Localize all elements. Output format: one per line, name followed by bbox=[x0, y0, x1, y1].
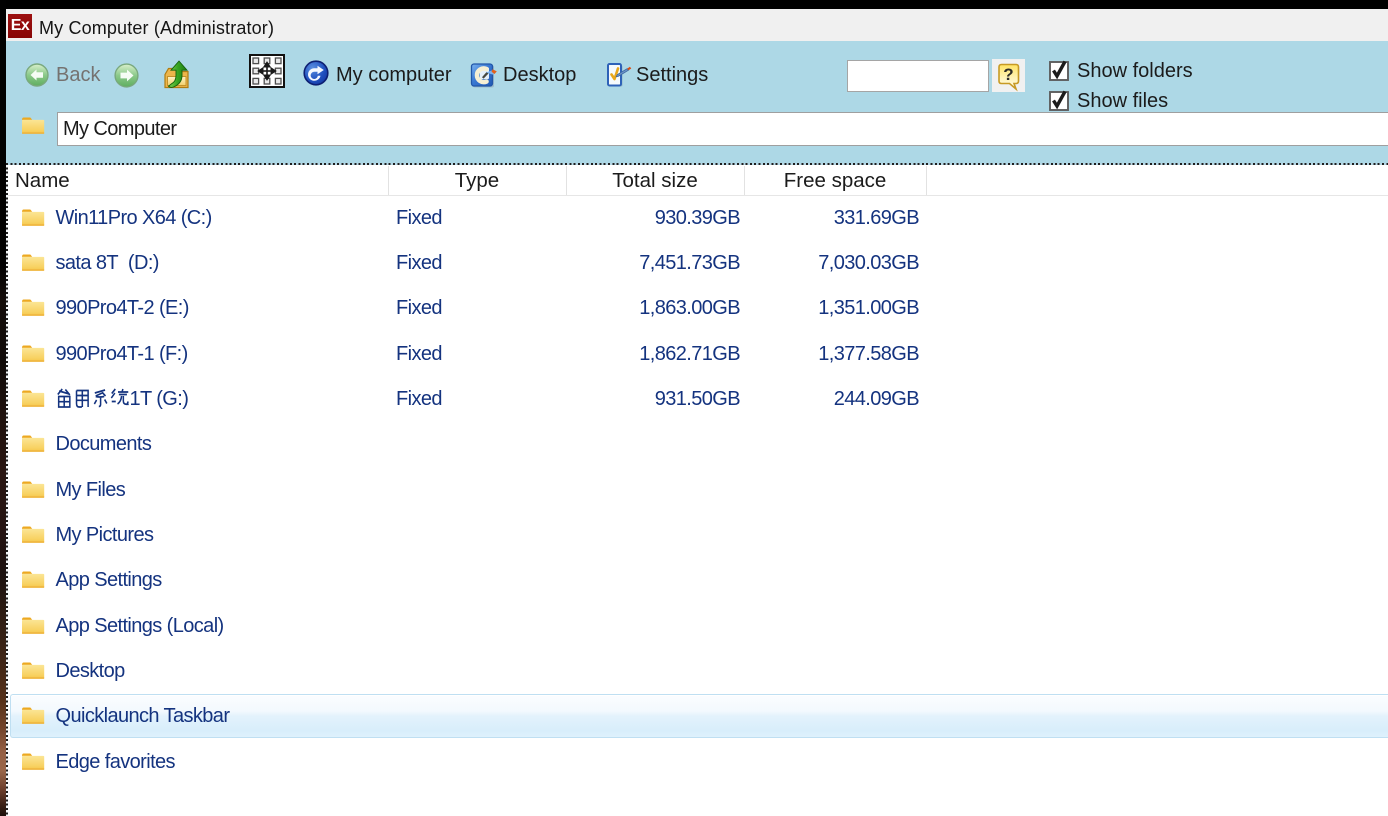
svg-text:?: ? bbox=[1003, 65, 1013, 84]
